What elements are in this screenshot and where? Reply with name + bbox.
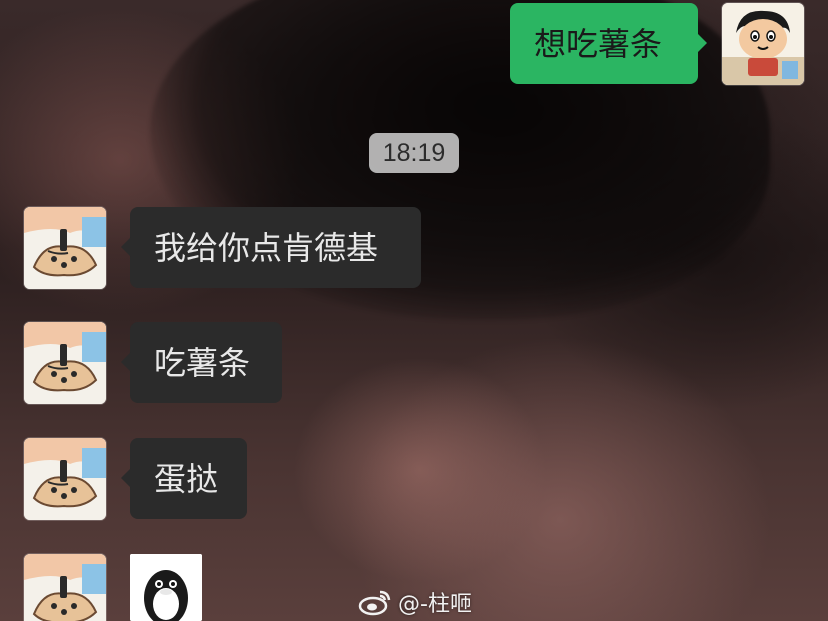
- cartoon-doodle-avatar-icon: [24, 554, 106, 621]
- penguin-sticker-icon: [130, 554, 202, 621]
- contact-avatar[interactable]: [24, 322, 106, 404]
- watermark-text: @-柱咂: [398, 592, 472, 617]
- message-bubble-incoming[interactable]: 吃薯条: [121, 322, 282, 403]
- message-bubble-incoming[interactable]: 我给你点肯德基: [121, 207, 421, 288]
- message-bubble-incoming[interactable]: 蛋挞: [121, 438, 247, 519]
- contact-avatar[interactable]: [24, 438, 106, 520]
- message-text: 蛋挞: [154, 459, 219, 498]
- message-text: 吃薯条: [154, 343, 251, 382]
- sticker-message[interactable]: [130, 554, 202, 621]
- message-text: 想吃薯条: [534, 24, 663, 63]
- cartoon-doodle-avatar-icon: [24, 438, 106, 520]
- my-avatar[interactable]: [722, 3, 804, 85]
- timestamp-pill: 18:19: [369, 133, 459, 173]
- cartoon-doodle-avatar-icon: [24, 207, 106, 289]
- cartoon-boy-avatar-icon: [722, 3, 804, 85]
- contact-avatar[interactable]: [24, 554, 106, 621]
- weibo-logo-icon: [358, 590, 391, 616]
- contact-avatar[interactable]: [24, 207, 106, 289]
- message-text: 我给你点肯德基: [154, 228, 379, 267]
- message-bubble-outgoing[interactable]: 想吃薯条: [510, 3, 707, 84]
- weibo-watermark: @-柱咂: [358, 586, 472, 618]
- cartoon-doodle-avatar-icon: [24, 322, 106, 404]
- timestamp-text: 18:19: [382, 138, 446, 167]
